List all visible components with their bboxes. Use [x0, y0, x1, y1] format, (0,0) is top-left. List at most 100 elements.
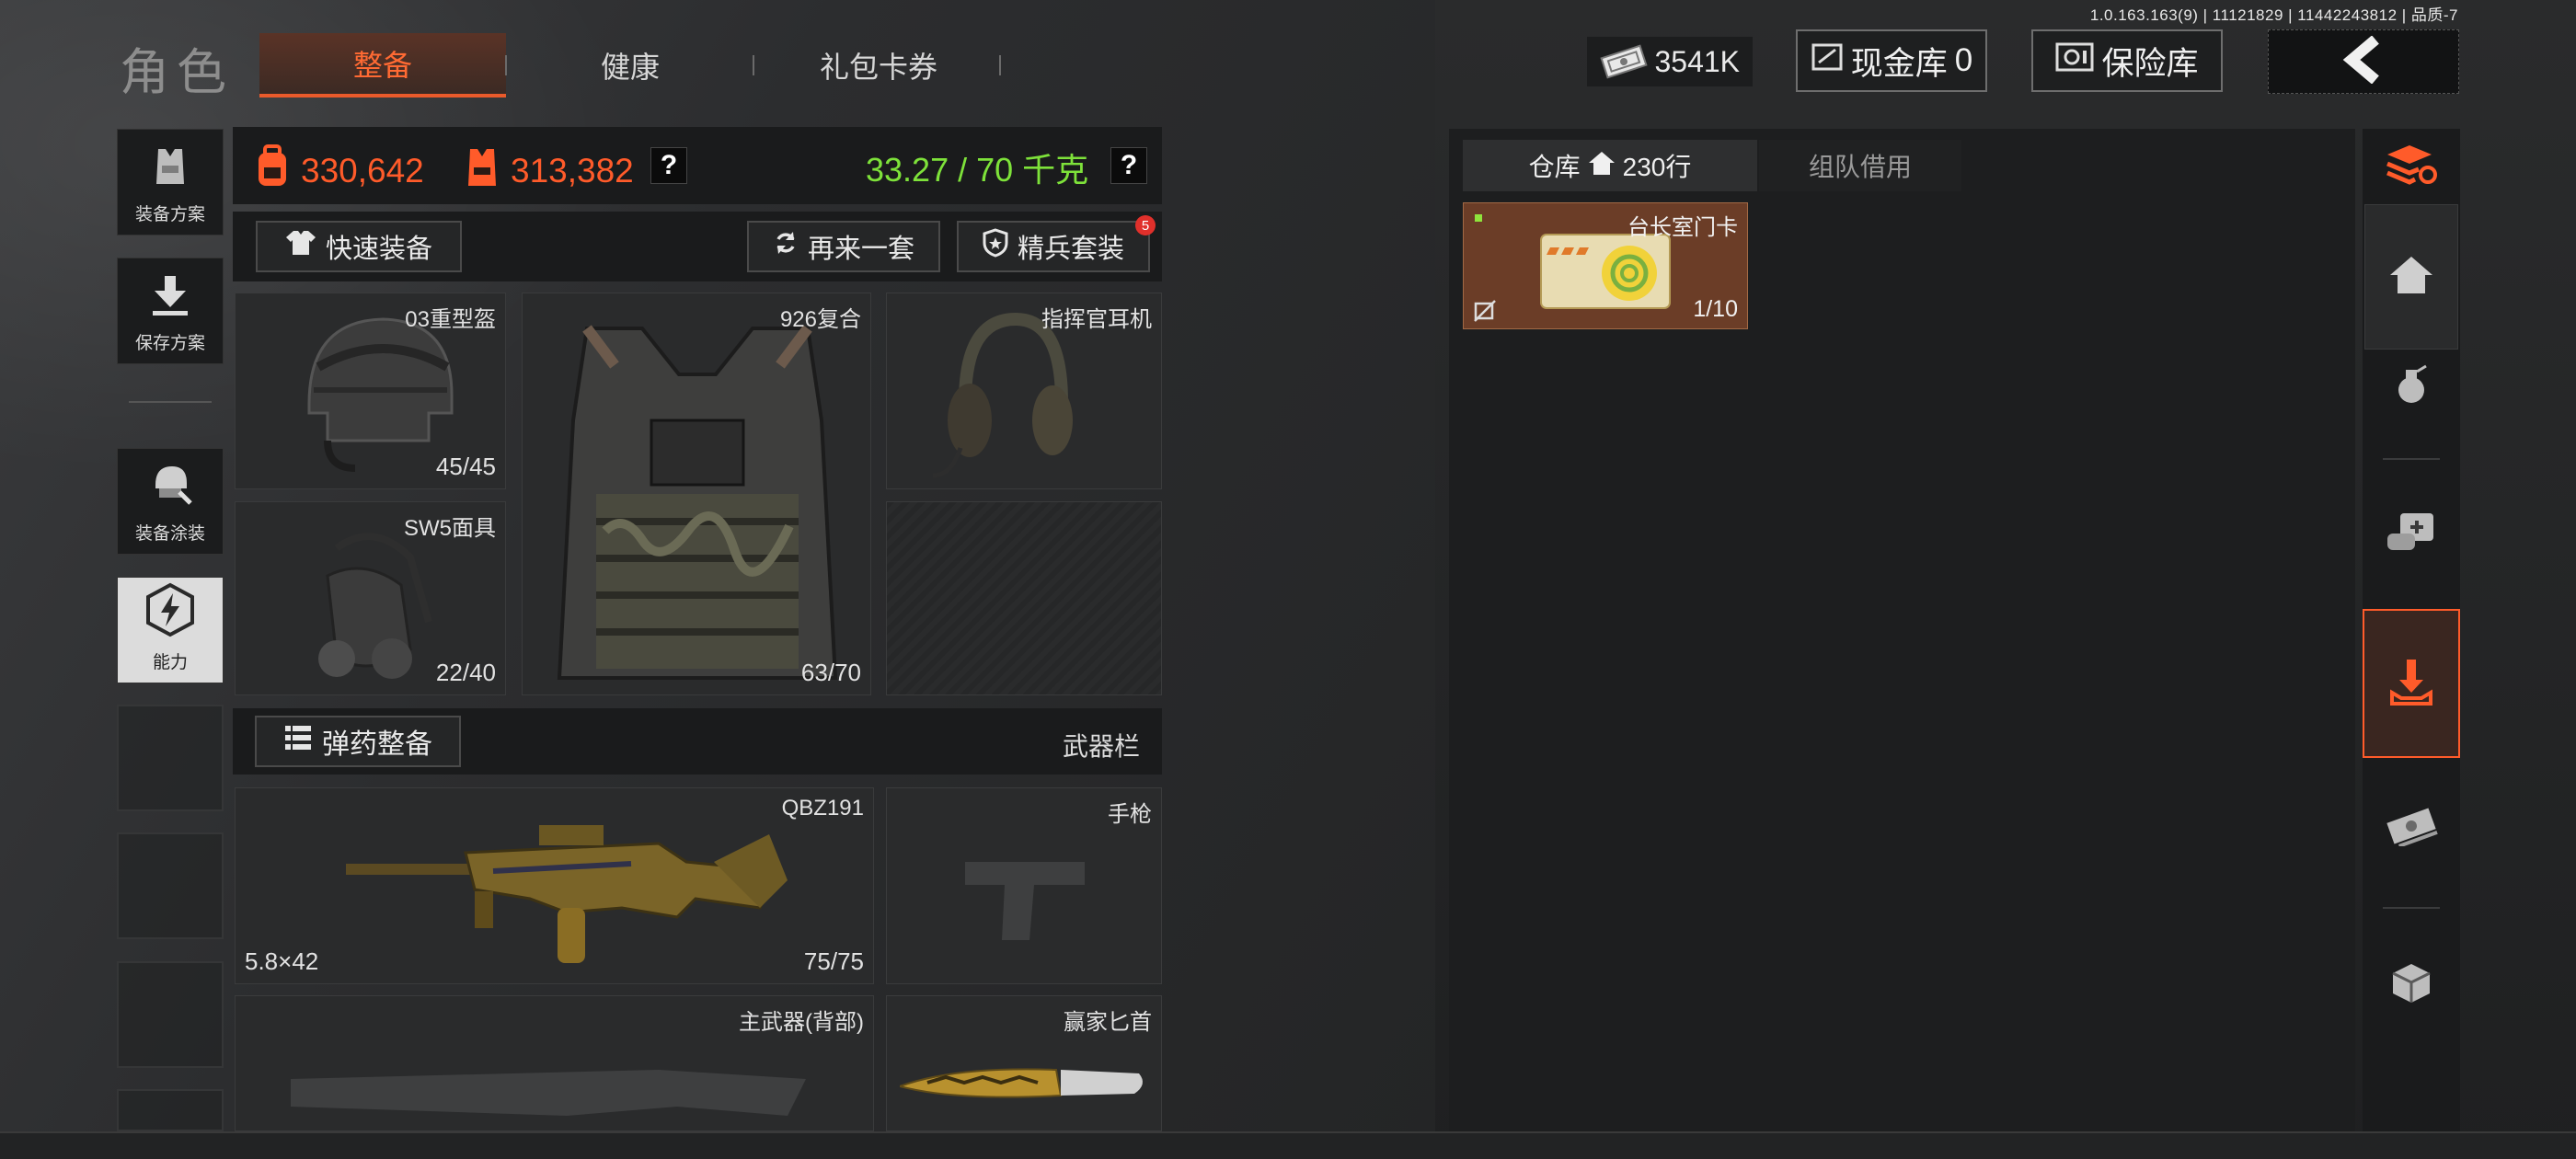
- stats-bar: 330,642 313,382 ? 33.27 / 70 千克 ?: [233, 127, 1162, 204]
- home-icon: [2388, 255, 2434, 300]
- sidebar-ability-label: 能力: [152, 653, 188, 672]
- primary-weapon-slot[interactable]: QBZ191 5.8×42 75/75: [235, 787, 874, 984]
- sidebar-divider: [129, 401, 212, 403]
- primary-weapon-durability: 75/75: [803, 947, 864, 975]
- medkit-icon: [2386, 510, 2437, 558]
- tab-divider: [999, 55, 1001, 75]
- value-help-button[interactable]: ?: [650, 147, 687, 184]
- tab-health[interactable]: 健康: [524, 33, 736, 98]
- version-info: 1.0.163.163(9) | 11121829 | 11442243812 …: [2089, 6, 2458, 24]
- vest-value: 313,382: [511, 151, 634, 189]
- box-category-button[interactable]: [2363, 947, 2460, 1021]
- primary-weapon-caliber: 5.8×42: [245, 947, 319, 975]
- no-insure-icon: [1473, 299, 1497, 327]
- back-button[interactable]: [2268, 29, 2459, 94]
- cash-vault-icon: [1811, 40, 1844, 82]
- headset-name: 指挥官耳机: [1041, 307, 1152, 332]
- ammo-prepare-button[interactable]: 弹药整备: [255, 716, 461, 767]
- safe-button[interactable]: 保险库: [2031, 29, 2223, 92]
- keycard-image: [1537, 229, 1675, 316]
- backpack-icon: [253, 143, 292, 198]
- shield-icon: [983, 228, 1008, 265]
- tab-gift-cards[interactable]: 礼包卡券: [773, 33, 984, 98]
- chevron-left-icon: [2340, 34, 2386, 88]
- pistol-silhouette-icon: [960, 853, 1089, 949]
- helmet-name: 03重型盔: [405, 307, 496, 332]
- helmet-durability: 45/45: [435, 453, 496, 480]
- helmet-slot[interactable]: 03重型盔 45/45: [235, 293, 506, 489]
- helmet-paint-icon: [146, 461, 194, 520]
- melee-slot[interactable]: 赢家匕首: [886, 995, 1162, 1131]
- elite-set-button[interactable]: 精兵套装 5: [957, 215, 1156, 272]
- quick-equip-label: 快速装备: [325, 235, 432, 264]
- help-icon: ?: [1110, 147, 1147, 184]
- lightning-badge-icon: [143, 582, 198, 648]
- right-sidebar-divider: [2383, 907, 2440, 909]
- sidebar-empty-slot: [117, 832, 224, 939]
- item-count: 1/10: [1693, 296, 1738, 322]
- layers-refresh-button[interactable]: [2363, 129, 2460, 202]
- safe-label: 保险库: [2101, 45, 2199, 82]
- new-item-dot: [1475, 214, 1482, 222]
- primary-weapon-name: QBZ191: [781, 796, 864, 820]
- backpack-value: 330,642: [301, 151, 424, 189]
- sidebar-save-plan-label: 保存方案: [134, 334, 205, 353]
- back-weapon-label: 主武器(背部): [739, 1010, 864, 1035]
- empty-gear-slot[interactable]: [886, 501, 1162, 695]
- sidebar-equipment-skin-label: 装备涂装: [134, 524, 205, 544]
- right-sidebar-divider: [2383, 458, 2440, 460]
- ammo-stack-icon: [283, 723, 313, 760]
- sidebar-loadout-plan[interactable]: 装备方案: [117, 129, 224, 235]
- loot-category-button[interactable]: [2363, 609, 2460, 758]
- armor-durability: 63/70: [800, 659, 861, 686]
- pistol-slot[interactable]: 手枪: [886, 787, 1162, 984]
- equip-again-button[interactable]: 再来一套: [747, 221, 940, 272]
- money-display: 3541K: [1587, 37, 1753, 86]
- home-small-icon: [1588, 150, 1616, 182]
- medical-category-button[interactable]: [2363, 497, 2460, 570]
- armor-slot[interactable]: 926复合 63/70: [522, 293, 871, 695]
- cash-stack-icon: [1600, 44, 1648, 86]
- sidebar-equipment-skin[interactable]: 装备涂装: [117, 448, 224, 555]
- sidebar-loadout-plan-label: 装备方案: [134, 205, 205, 224]
- weight-help-button[interactable]: ?: [1110, 147, 1147, 184]
- headset-slot[interactable]: 指挥官耳机: [886, 293, 1162, 489]
- quick-equip-button[interactable]: 快速装备: [256, 221, 462, 272]
- item-name: 台长室门卡: [1627, 215, 1738, 240]
- pistol-slot-label: 手枪: [1108, 802, 1152, 827]
- ammo-bar: 弹药整备 武器栏: [233, 708, 1162, 775]
- cash-vault-button[interactable]: 现金库 0: [1796, 29, 1987, 92]
- help-icon: ?: [650, 147, 687, 184]
- melee-name: 赢家匕首: [1064, 1010, 1152, 1035]
- sidebar-ability[interactable]: 能力: [117, 577, 224, 683]
- armor-vest-image: [541, 310, 854, 692]
- mask-image: [291, 521, 447, 691]
- back-weapon-slot[interactable]: 主武器(背部): [235, 995, 874, 1131]
- layers-refresh-icon: [2386, 142, 2437, 190]
- tab-prepare[interactable]: 整备: [259, 33, 506, 98]
- grenade-category-button[interactable]: [2363, 350, 2460, 423]
- ammo-prepare-label: 弹药整备: [322, 729, 432, 760]
- elite-set-badge: 5: [1135, 215, 1156, 235]
- mask-name: SW5面具: [403, 516, 496, 541]
- armor-name: 926复合: [779, 307, 861, 332]
- hand-download-icon: [2388, 656, 2434, 712]
- tab-divider: [753, 55, 754, 75]
- backpack-value-stat: 330,642: [253, 143, 424, 198]
- mask-slot[interactable]: SW5面具 22/40: [235, 501, 506, 695]
- cash-category-button[interactable]: [2363, 791, 2460, 865]
- bottom-bar: [0, 1131, 2576, 1159]
- warehouse-item-card[interactable]: 台长室门卡 1/10: [1463, 202, 1748, 329]
- vest-value-stat: 313,382: [463, 143, 634, 198]
- shirt-icon: [285, 229, 316, 264]
- warehouse-row-count: 230行: [1622, 153, 1692, 181]
- weight-value: 33.27 / 70 千克: [866, 151, 1089, 189]
- safe-icon: [2055, 41, 2094, 81]
- home-button[interactable]: [2363, 204, 2460, 350]
- equip-again-label: 再来一套: [807, 235, 914, 264]
- tab-team-borrow[interactable]: 组队借用: [1759, 140, 1961, 191]
- grenade-icon: [2393, 362, 2430, 411]
- rifle-image: [328, 807, 788, 977]
- sidebar-save-plan[interactable]: 保存方案: [117, 258, 224, 364]
- tab-warehouse[interactable]: 仓库 230行: [1463, 140, 1757, 191]
